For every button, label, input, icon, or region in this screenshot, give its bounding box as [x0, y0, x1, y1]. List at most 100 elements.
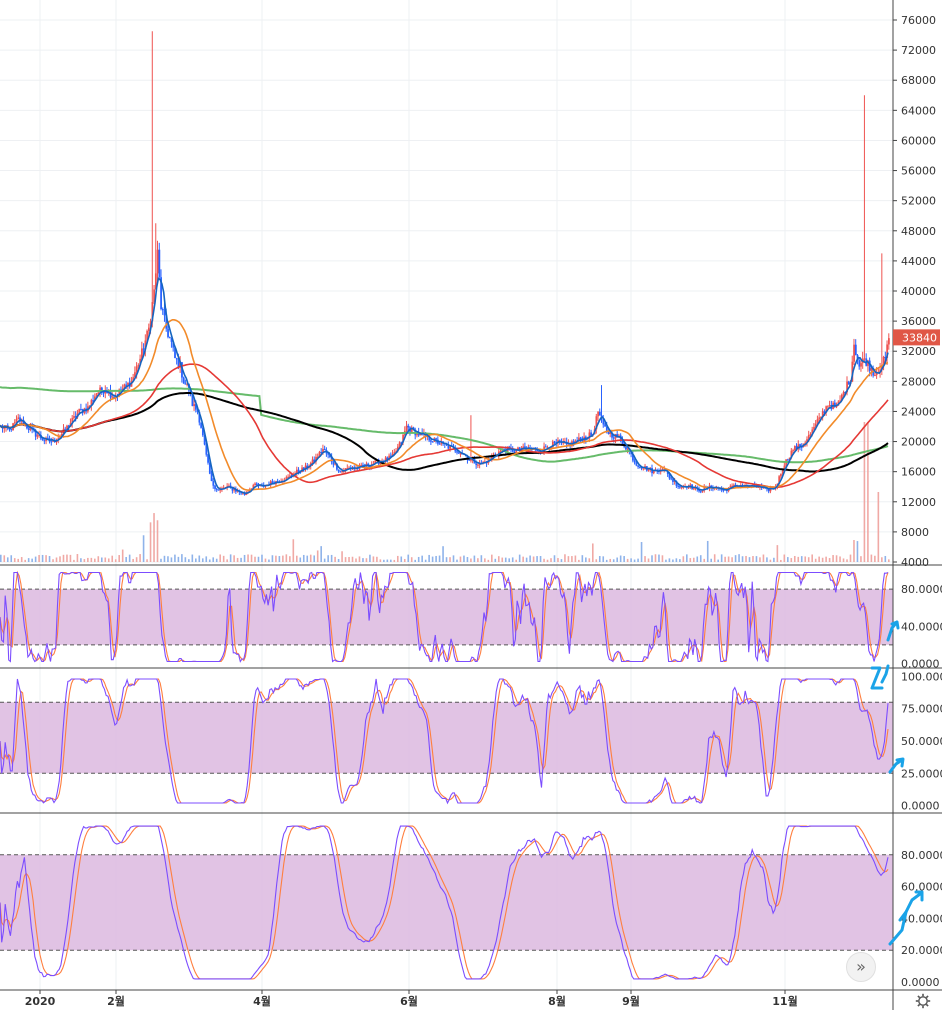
- candle-body: [625, 446, 627, 450]
- price-tick-label: 32000: [901, 345, 936, 358]
- volume-bar: [574, 555, 577, 562]
- volume-bar: [787, 557, 789, 562]
- volume-bar: [424, 559, 427, 562]
- volume-bar: [578, 559, 580, 562]
- candle-body: [212, 481, 215, 486]
- last-price-badge-text: 33840: [902, 331, 937, 344]
- volume-bar: [396, 555, 399, 562]
- volume-bar: [839, 556, 841, 562]
- volume-bar: [497, 556, 500, 562]
- volume-bar: [491, 554, 493, 562]
- candle-body: [43, 440, 46, 442]
- volume-bar: [473, 555, 476, 562]
- candle-body: [818, 417, 821, 420]
- volume-bar: [132, 558, 134, 562]
- volume-bar: [128, 554, 131, 562]
- volume-bar: [856, 541, 859, 562]
- volume-bar: [480, 555, 483, 562]
- candle-body: [323, 448, 326, 451]
- price-axis[interactable]: 76000 72000 68000 64000 60000 56000 52000 48000…: [893, 14, 942, 989]
- volume-bar: [38, 554, 40, 562]
- volume-bar: [118, 555, 120, 562]
- volume-bar: [271, 555, 274, 562]
- candle-body: [405, 425, 408, 431]
- candlesticks: [1, 31, 890, 496]
- candle-body: [828, 405, 831, 407]
- time-axis[interactable]: 2020 2월 4월 6월 8월 9월 11월: [25, 990, 798, 1008]
- volume-bar: [139, 554, 141, 562]
- trading-chart[interactable]: 76000 72000 68000 64000 60000 56000 52000 48000…: [0, 0, 942, 1010]
- volume-bar: [651, 555, 653, 562]
- volume-bar: [282, 555, 284, 562]
- gear-icon[interactable]: [915, 993, 931, 1009]
- volume-bar: [417, 556, 420, 562]
- volume-bar: [236, 557, 239, 562]
- volume-bar: [393, 559, 396, 562]
- volume-bar: [261, 554, 263, 562]
- volume-bar: [174, 554, 176, 562]
- volume-bar: [849, 554, 852, 562]
- price-tick-label: 56000: [901, 165, 936, 178]
- volume-bar: [553, 555, 556, 562]
- time-tick-label: 4월: [253, 994, 271, 1008]
- scroll-to-realtime-button[interactable]: »: [846, 952, 876, 982]
- candle-body: [642, 468, 645, 470]
- volume-bar: [191, 554, 194, 562]
- volume-bar: [264, 558, 267, 562]
- volume-bar: [588, 558, 591, 562]
- time-tick-label: 8월: [548, 994, 566, 1008]
- volume-bar: [776, 545, 779, 562]
- price-tick-label: 52000: [901, 195, 936, 208]
- volume-bar: [0, 554, 2, 562]
- volume-bar: [410, 557, 413, 562]
- volume-bar: [45, 555, 47, 562]
- volume-bar: [539, 556, 542, 562]
- oscillator-tick-label: 25.0000: [901, 767, 942, 780]
- volume-bar: [626, 558, 629, 562]
- volume-bar: [592, 543, 594, 562]
- candle-body: [544, 446, 547, 448]
- volume-bar: [383, 559, 385, 562]
- volume-bar: [76, 554, 79, 562]
- volume-bar: [602, 556, 605, 562]
- volume-bar: [41, 554, 44, 562]
- time-tick-label: 6월: [400, 994, 418, 1008]
- volume-bar: [741, 556, 744, 562]
- volume-bar: [699, 555, 702, 562]
- volume-bar: [69, 554, 72, 562]
- volume-bar: [10, 555, 13, 562]
- candle-body: [435, 438, 438, 440]
- volume-bar: [532, 556, 535, 562]
- volume-bar: [243, 554, 246, 562]
- volume-bar: [365, 558, 368, 562]
- volume-bar: [316, 550, 319, 562]
- volume-bar: [334, 556, 336, 562]
- candle-body: [456, 451, 458, 453]
- candle-body: [787, 459, 789, 461]
- volume-bar: [668, 558, 671, 562]
- volume-bar: [644, 556, 646, 562]
- volume-bar: [525, 557, 528, 562]
- volume-bar: [853, 540, 855, 562]
- oscillator-tick-label: 20.0000: [901, 944, 942, 957]
- candle-body: [210, 473, 213, 482]
- volume-bar: [818, 556, 820, 562]
- volume-bar: [351, 556, 354, 562]
- price-tick-label: 12000: [901, 496, 936, 509]
- volume-bar: [90, 557, 93, 562]
- candle-body: [337, 469, 340, 472]
- volume-bar: [442, 546, 444, 562]
- candle-body: [597, 411, 600, 417]
- candle-body: [888, 338, 890, 345]
- candle-body: [874, 375, 876, 377]
- volume-bar: [146, 559, 148, 562]
- volume-bar: [585, 557, 587, 562]
- volume-bar: [414, 559, 416, 562]
- volume-bar: [748, 557, 751, 562]
- candle-body: [175, 358, 178, 360]
- candle-body: [36, 435, 39, 437]
- volume-bar: [459, 556, 462, 562]
- volume-bar: [435, 555, 437, 562]
- volume-bar: [240, 557, 242, 562]
- volume-bar: [706, 540, 709, 562]
